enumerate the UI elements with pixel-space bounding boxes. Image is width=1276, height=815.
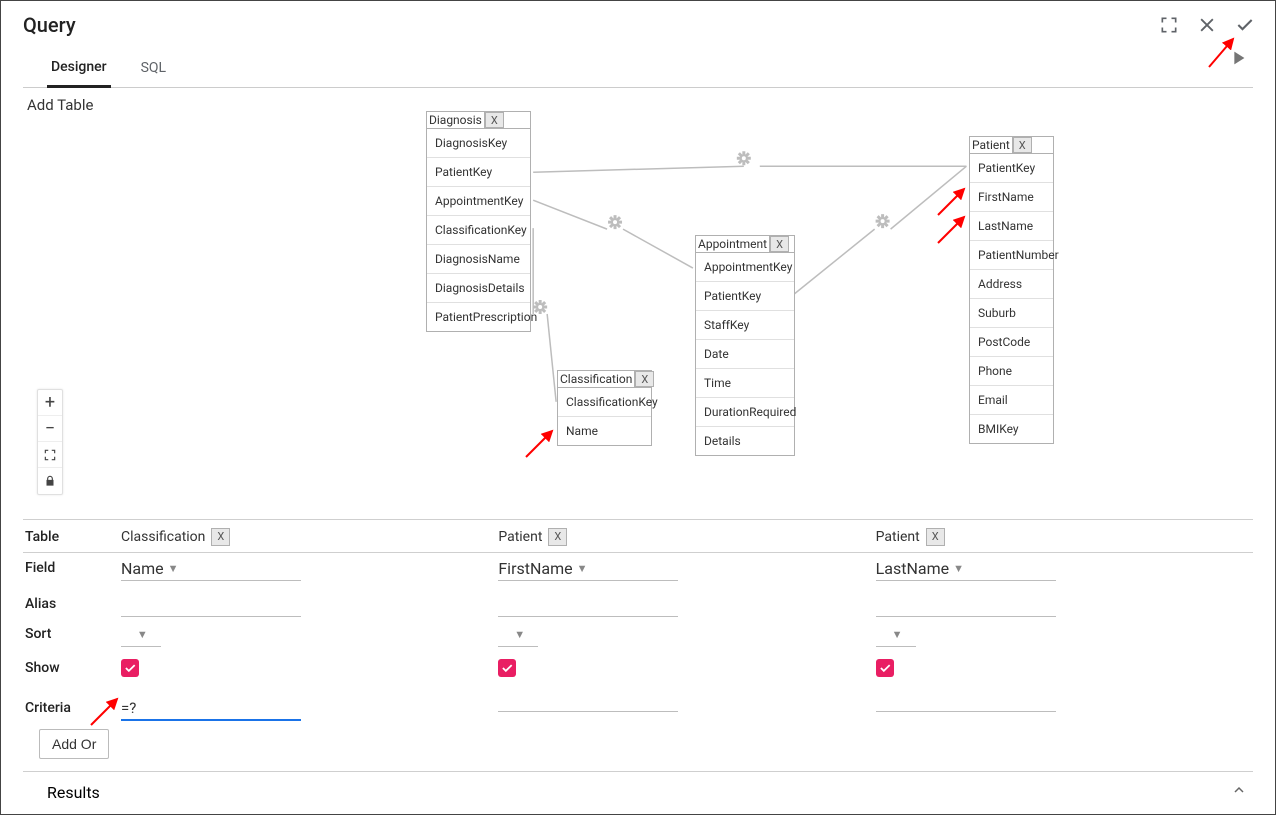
appointment-field[interactable]: DurationRequired — [696, 398, 794, 427]
appointment-field[interactable]: PatientKey — [696, 282, 794, 311]
grid-show-2-checkbox[interactable] — [876, 659, 894, 677]
row-label-table: Table — [23, 529, 121, 545]
appointment-remove-icon[interactable]: X — [770, 236, 789, 252]
patient-field[interactable]: Suburb — [970, 299, 1053, 328]
appointment-field[interactable]: AppointmentKey — [696, 253, 794, 282]
grid-alias-1[interactable] — [498, 595, 678, 614]
diagnosis-field[interactable]: DiagnosisDetails — [427, 274, 530, 303]
grid-field-2[interactable]: LastName▼ — [876, 559, 964, 578]
tab-sql[interactable]: SQL — [137, 52, 170, 86]
grid-criteria-0[interactable]: =? — [121, 698, 301, 718]
grid-table-2-remove[interactable]: X — [926, 528, 945, 546]
fullscreen-icon[interactable] — [1157, 13, 1181, 37]
grid-criteria-2[interactable] — [876, 707, 1056, 709]
tab-bar: Designer SQL — [23, 43, 1253, 88]
grid-sort-2[interactable]: ▼ — [876, 625, 903, 644]
add-or-button[interactable]: Add Or — [39, 729, 109, 759]
patient-field[interactable]: FirstName — [970, 183, 1053, 212]
row-label-sort: Sort — [23, 626, 121, 642]
patient-field[interactable]: PatientNumber — [970, 241, 1053, 270]
patient-field[interactable]: PatientKey — [970, 154, 1053, 183]
row-label-alias: Alias — [23, 596, 121, 612]
results-panel-header[interactable]: Results — [23, 771, 1253, 804]
patient-field[interactable]: Phone — [970, 357, 1053, 386]
row-label-criteria: Criteria — [23, 700, 121, 716]
patient-field[interactable]: BMIKey — [970, 415, 1053, 443]
diagnosis-field[interactable]: ClassificationKey — [427, 216, 530, 245]
zoom-in-icon[interactable]: + — [38, 390, 62, 416]
appointment-field[interactable]: Time — [696, 369, 794, 398]
grid-field-0[interactable]: Name▼ — [121, 559, 179, 578]
patient-field[interactable]: Email — [970, 386, 1053, 415]
zoom-fit-icon[interactable] — [38, 442, 62, 468]
grid-table-1: Patient — [498, 529, 542, 545]
grid-table-0: Classification — [121, 529, 205, 545]
grid-table-1-remove[interactable]: X — [548, 528, 567, 546]
grid-sort-1[interactable]: ▼ — [498, 625, 525, 644]
patient-field[interactable]: PostCode — [970, 328, 1053, 357]
grid-field-1[interactable]: FirstName▼ — [498, 559, 587, 578]
grid-criteria-1[interactable] — [498, 707, 678, 709]
row-label-field: Field — [23, 560, 121, 576]
classification-field[interactable]: Name — [558, 417, 651, 445]
check-icon[interactable] — [1233, 13, 1257, 37]
appointment-field[interactable]: Details — [696, 427, 794, 455]
table-diagnosis[interactable]: Diagnosis X DiagnosisKey PatientKey Appo… — [426, 111, 531, 332]
diagnosis-field[interactable]: PatientKey — [427, 158, 530, 187]
dialog-title: Query — [23, 13, 1157, 37]
query-dialog: Query Designer SQL Add Table — [0, 0, 1276, 815]
appointment-field[interactable]: Date — [696, 340, 794, 369]
table-appointment[interactable]: Appointment X AppointmentKey PatientKey … — [695, 235, 795, 456]
table-patient[interactable]: Patient X PatientKey FirstName LastName … — [969, 136, 1054, 444]
diagnosis-field[interactable]: PatientPrescription — [427, 303, 530, 331]
appointment-field[interactable]: StaffKey — [696, 311, 794, 340]
diagnosis-remove-icon[interactable]: X — [485, 112, 504, 128]
classification-remove-icon[interactable]: X — [635, 371, 654, 387]
grid-table-0-remove[interactable]: X — [211, 528, 230, 546]
lock-icon[interactable] — [38, 468, 62, 494]
results-label: Results — [47, 783, 100, 802]
classification-field[interactable]: ClassificationKey — [558, 388, 651, 417]
diagnosis-table-name: Diagnosis — [427, 112, 485, 128]
designer-canvas[interactable]: Diagnosis X DiagnosisKey PatientKey Appo… — [23, 109, 1253, 503]
grid-alias-0[interactable] — [121, 595, 301, 614]
close-icon[interactable] — [1195, 13, 1219, 37]
classification-table-name: Classification — [558, 371, 635, 387]
table-classification[interactable]: Classification X ClassificationKey Name — [557, 370, 652, 446]
patient-remove-icon[interactable]: X — [1013, 137, 1032, 153]
grid-show-0-checkbox[interactable] — [121, 659, 139, 677]
patient-field[interactable]: Address — [970, 270, 1053, 299]
patient-table-name: Patient — [970, 137, 1013, 153]
tab-designer[interactable]: Designer — [47, 51, 111, 88]
grid-table-2: Patient — [876, 529, 920, 545]
patient-field[interactable]: LastName — [970, 212, 1053, 241]
diagnosis-field[interactable]: AppointmentKey — [427, 187, 530, 216]
grid-show-1-checkbox[interactable] — [498, 659, 516, 677]
dialog-header: Query — [1, 1, 1275, 43]
zoom-controls: + − — [37, 389, 63, 495]
criteria-grid: Table ClassificationX PatientX PatientX … — [23, 519, 1253, 759]
row-label-show: Show — [23, 660, 121, 676]
appointment-table-name: Appointment — [696, 236, 770, 252]
chevron-up-icon[interactable] — [1231, 782, 1247, 802]
zoom-out-icon[interactable]: − — [38, 416, 62, 442]
grid-alias-2[interactable] — [876, 595, 1056, 614]
run-icon[interactable] — [1227, 47, 1249, 73]
grid-sort-0[interactable]: ▼ — [121, 625, 148, 644]
diagnosis-field[interactable]: DiagnosisName — [427, 245, 530, 274]
diagnosis-field[interactable]: DiagnosisKey — [427, 129, 530, 158]
